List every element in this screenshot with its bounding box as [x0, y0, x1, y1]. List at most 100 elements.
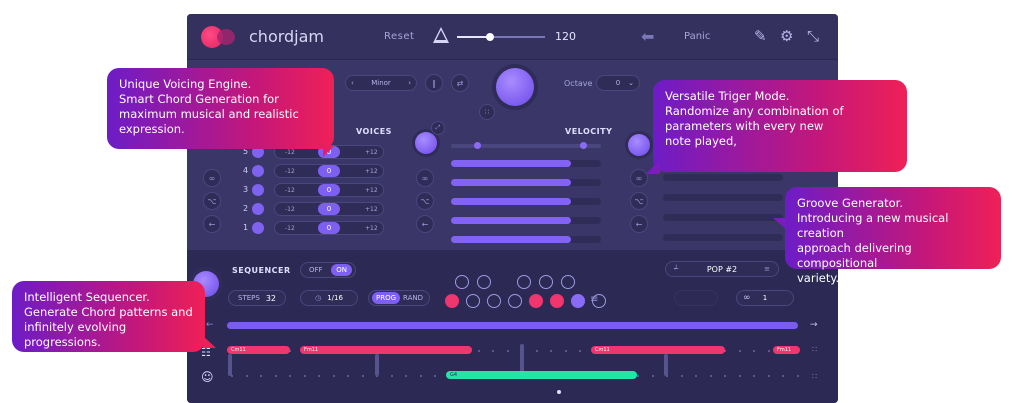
collapse-icon[interactable]: ⤡ [807, 27, 819, 45]
step-tick [318, 375, 320, 377]
step-cell[interactable] [539, 275, 553, 289]
velocity-bar[interactable] [451, 198, 601, 205]
step-cell[interactable] [477, 275, 491, 289]
arrow-left-icon[interactable]: ← [630, 215, 648, 233]
metronome-icon[interactable] [433, 27, 449, 43]
callout-title: Unique Voicing Engine. [119, 77, 252, 91]
callout-voicing-engine: Unique Voicing Engine. Smart Chord Gener… [107, 68, 334, 149]
chord-block[interactable]: Cm11 [591, 346, 725, 354]
link-icon[interactable]: ∞ [203, 169, 221, 187]
mode-toggle[interactable]: PROG RAND [368, 290, 430, 306]
menu-icon[interactable]: ≡ [764, 265, 770, 273]
chord-block[interactable]: Fm11 [300, 346, 472, 354]
voice-toggle[interactable] [252, 222, 264, 234]
step-cell[interactable] [445, 294, 459, 308]
step-divider [228, 354, 232, 376]
voices-knob[interactable] [415, 132, 437, 154]
step-cell[interactable] [508, 294, 522, 308]
main-chord-knob[interactable] [496, 68, 534, 106]
expand-icon[interactable]: ⤢ [431, 121, 445, 135]
velocity-knob[interactable] [628, 134, 650, 156]
step-tick [724, 375, 726, 377]
rand-option[interactable]: RAND [403, 294, 423, 302]
key-icon[interactable]: ⌥ [416, 192, 434, 210]
step-tick [332, 375, 335, 377]
step-tick [535, 350, 538, 352]
head-icon[interactable]: ☺ [201, 370, 214, 384]
chevron-left-icon[interactable]: ‹ [351, 79, 354, 87]
prog-option[interactable]: PROG [372, 292, 401, 304]
hold-button[interactable]: ∥ [425, 74, 443, 92]
step-cell[interactable] [455, 275, 469, 289]
sequencer-off[interactable]: OFF [309, 266, 323, 274]
chord-block[interactable]: Cm11 [227, 346, 290, 354]
tempo-slider[interactable] [457, 33, 545, 41]
voice-offset[interactable]: 0 [318, 203, 340, 215]
velocity-range-min-handle[interactable] [474, 142, 481, 149]
velocity-bar[interactable] [451, 179, 601, 186]
step-tick [506, 350, 509, 352]
pencil-icon[interactable]: ✎ [754, 27, 767, 45]
voice-toggle[interactable] [252, 203, 264, 215]
sequencer-panel: SEQUENCER OFF ON STEPS 32 ◷ 1/16 PROG RA… [187, 250, 838, 403]
loop-button[interactable]: ⇄ [451, 74, 469, 92]
arrow-left-icon[interactable]: ← [203, 215, 221, 233]
repeat-counter[interactable]: ∞ 1 [736, 290, 794, 306]
voice-toggle[interactable] [252, 165, 264, 177]
arrow-left-icon[interactable]: ← [206, 320, 214, 330]
step-tick [492, 350, 494, 352]
gear-icon[interactable]: ⚙ [780, 27, 793, 45]
step-cell[interactable] [561, 275, 575, 289]
drag-handle-icon[interactable]: ∷ [812, 372, 817, 381]
voice-offset[interactable]: 0 [318, 184, 340, 196]
sequencer-on[interactable]: ON [331, 264, 352, 276]
step-tick [695, 375, 697, 377]
sequencer-toggle[interactable]: OFF ON [300, 262, 356, 278]
voice-toggle[interactable] [252, 184, 264, 196]
step-tick [303, 375, 306, 377]
step-cell[interactable] [487, 294, 501, 308]
octave-selector[interactable]: 0 ⌄ [596, 75, 640, 91]
scale-selector[interactable]: ‹ Minor › [345, 75, 417, 91]
key-icon[interactable]: ⌥ [630, 192, 648, 210]
menu-icon[interactable]: ≡ [590, 294, 598, 305]
link-icon[interactable]: ∞ [416, 169, 434, 187]
velocity-range-max-handle[interactable] [580, 142, 587, 149]
step-tick [405, 375, 407, 377]
step-cell[interactable] [571, 294, 585, 308]
preset-selector[interactable]: ┵ POP #2 ≡ [665, 261, 779, 277]
undo-arrow-icon[interactable]: ⬅ [641, 27, 654, 46]
voice-offset[interactable]: 0 [318, 165, 340, 177]
dice-icon[interactable]: ∷ [479, 104, 495, 120]
step-tick [477, 350, 480, 352]
octave-value: 0 [615, 79, 621, 87]
step-cell[interactable] [466, 294, 480, 308]
callout-pointer [323, 145, 335, 157]
steps-selector[interactable]: STEPS 32 [228, 290, 286, 306]
side-bar [663, 174, 783, 181]
voice-offset[interactable]: 0 [318, 222, 340, 234]
step-tick [245, 375, 248, 377]
velocity-bar[interactable] [451, 236, 601, 243]
reset-button[interactable]: Reset [384, 31, 414, 42]
chord-block[interactable]: Fm11 [773, 346, 800, 354]
scale-value: Minor [371, 79, 391, 87]
callout-pointer [646, 160, 660, 174]
chord-block[interactable]: G4 [446, 371, 637, 379]
panic-button[interactable]: Panic [684, 31, 710, 42]
drag-handle-icon[interactable]: ∷ [812, 345, 817, 354]
velocity-bar[interactable] [451, 217, 601, 224]
tempo-slider-handle[interactable] [486, 33, 495, 41]
rate-selector[interactable]: ◷ 1/16 [300, 290, 358, 306]
chevron-right-icon[interactable]: › [408, 79, 411, 87]
arrow-right-icon[interactable]: → [810, 320, 818, 330]
callout-line: parameters with every new [665, 119, 824, 133]
key-icon[interactable]: ⌥ [203, 192, 221, 210]
step-tick [637, 375, 639, 377]
timeline-bar[interactable] [227, 322, 798, 329]
arrow-left-icon[interactable]: ← [416, 215, 434, 233]
step-cell[interactable] [550, 294, 564, 308]
step-cell[interactable] [529, 294, 543, 308]
step-cell[interactable] [517, 275, 531, 289]
velocity-bar[interactable] [451, 160, 601, 167]
